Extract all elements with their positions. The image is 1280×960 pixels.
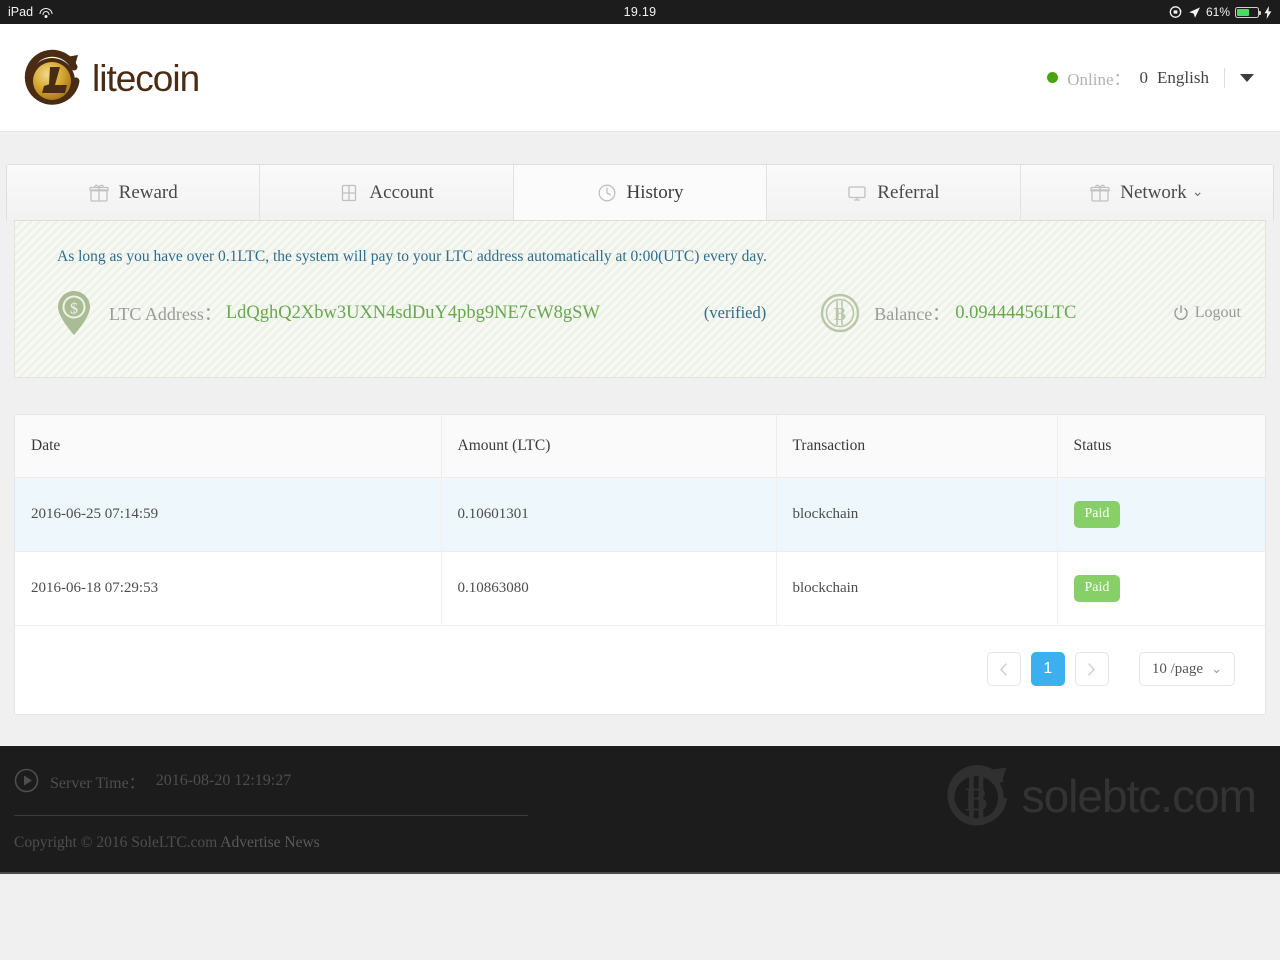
book-icon [339,183,359,203]
tab-network[interactable]: Network ⌄ [1020,165,1273,220]
tab-label: Account [369,181,434,203]
logo-text: litecoin [92,57,200,99]
cell-transaction: blockchain [776,551,1058,626]
server-time-label: Server Time： [50,774,145,792]
header-right-controls: Online： 0 English [1047,65,1254,90]
copyright-text: Copyright © 2016 SoleLTC.com [14,834,218,851]
history-table: Date Amount (LTC) Transaction Status 201… [15,415,1265,626]
footer-copyright-row: Copyright © 2016 SoleLTC.com Advertise N… [0,816,1280,852]
svg-text:B: B [834,304,846,324]
site-logo[interactable]: litecoin [22,45,200,111]
monitor-icon [847,183,867,203]
bitcoin-circle-icon: B [820,293,860,333]
column-header-transaction: Transaction [776,415,1058,478]
power-icon [1173,305,1189,321]
online-status-dot [1047,72,1059,83]
tab-label: Network [1120,181,1187,203]
logout-label: Logout [1194,304,1241,321]
cell-transaction: blockchain [776,477,1058,552]
cell-amount: 0.10601301 [441,477,777,552]
table-row[interactable]: 2016-06-25 07:14:59 0.10601301 blockchai… [15,477,1265,552]
battery-percent: 61% [1205,5,1230,19]
online-count: 0 [1139,67,1149,87]
cell-date: 2016-06-18 07:29:53 [15,551,442,626]
status-badge: Paid [1073,501,1121,528]
chevron-down-icon: ⌄ [1191,185,1204,200]
status-bar-right: 61% [1169,5,1272,19]
table-row[interactable]: 2016-06-18 07:29:53 0.10863080 blockchai… [15,551,1265,626]
column-header-status: Status [1057,415,1265,478]
cell-status: Paid [1057,551,1265,626]
verified-badge: (verified) [703,303,767,322]
tab-label: History [626,181,684,203]
caret-down-icon[interactable] [1240,73,1254,82]
language-selector[interactable]: English [1157,68,1209,88]
page-size-label: 10 /page [1151,660,1204,677]
chevron-left-icon [1000,662,1008,676]
server-time-value: 2016-08-20 12:19:27 [155,771,292,789]
status-bar-clock: 19.19 [623,5,657,19]
location-arrow-icon [1189,6,1200,18]
status-badge: Paid [1073,575,1121,602]
pagination-prev-button[interactable] [986,652,1021,686]
account-summary-row: $ LTC Address： LdQghQ2Xbw3UXN4sdDuY4pbg9… [15,266,1265,336]
online-label: Online： [1067,70,1131,89]
tab-label: Referral [877,181,940,203]
site-header: litecoin Online： 0 English [0,24,1280,132]
tab-account[interactable]: Account [260,165,514,220]
litecoin-logo-icon [22,45,88,111]
server-time-row: Server Time： 2016-08-20 12:19:27 [0,746,1280,793]
gift-icon [1090,183,1110,203]
svg-text:$: $ [70,301,78,318]
tab-history[interactable]: History [513,165,768,220]
logout-button[interactable]: Logout [1173,304,1241,322]
table-header: Date Amount (LTC) Transaction Status [15,415,1265,478]
cell-amount: 0.10863080 [441,551,777,626]
cell-date: 2016-06-25 07:14:59 [15,477,442,552]
table-body: 2016-06-25 07:14:59 0.10601301 blockchai… [15,477,1265,626]
footer-link-advertise[interactable]: Advertise [220,834,280,851]
header-divider [1224,67,1225,88]
chevron-down-icon: ⌄ [1211,661,1222,676]
ltc-address-value[interactable]: LdQghQ2Xbw3UXN4sdDuY4pbg9NE7cW8gSW [226,303,600,324]
pagination: 1 10 /page ⌄ [15,626,1265,714]
ltc-address-label: LTC Address： [109,304,222,324]
cell-status: Paid [1057,477,1265,552]
pagination-next-button[interactable] [1074,652,1109,686]
balance-value: 0.09444456LTC [955,302,1077,323]
rotation-lock-icon [1169,6,1182,18]
chevron-right-icon [1088,662,1096,676]
tab-reward[interactable]: Reward [7,165,261,220]
payout-note: As long as you have over 0.1LTC, the sys… [57,248,767,265]
tab-label: Reward [118,181,178,203]
balance-label: Balance： [874,304,951,324]
account-info-panel: As long as you have over 0.1LTC, the sys… [14,220,1266,378]
page-size-selector[interactable]: 10 /page ⌄ [1138,652,1235,686]
map-pin-dollar-icon: $ [55,290,93,336]
battery-icon [1235,6,1261,18]
play-circle-icon [14,768,39,793]
pagination-page-1[interactable]: 1 [1030,652,1065,686]
column-header-date: Date [15,415,442,478]
ios-status-bar: iPad 19.19 61% [0,0,1280,24]
history-table-card: Date Amount (LTC) Transaction Status 201… [14,414,1266,715]
main-navigation-tabs: Reward Account History Referral Network [6,164,1274,220]
table-header-row: Date Amount (LTC) Transaction Status [15,415,1265,478]
column-header-amount: Amount (LTC) [441,415,777,478]
tabs-container: Reward Account History Referral Network [0,132,1280,220]
clock-icon [597,183,617,203]
gift-icon [89,183,109,203]
footer-link-news[interactable]: News [284,834,319,851]
charging-bolt-icon [1264,5,1272,19]
site-footer: B solebtc.com Server Time： 2016-08-20 12… [0,746,1280,874]
tab-referral[interactable]: Referral [767,165,1021,220]
